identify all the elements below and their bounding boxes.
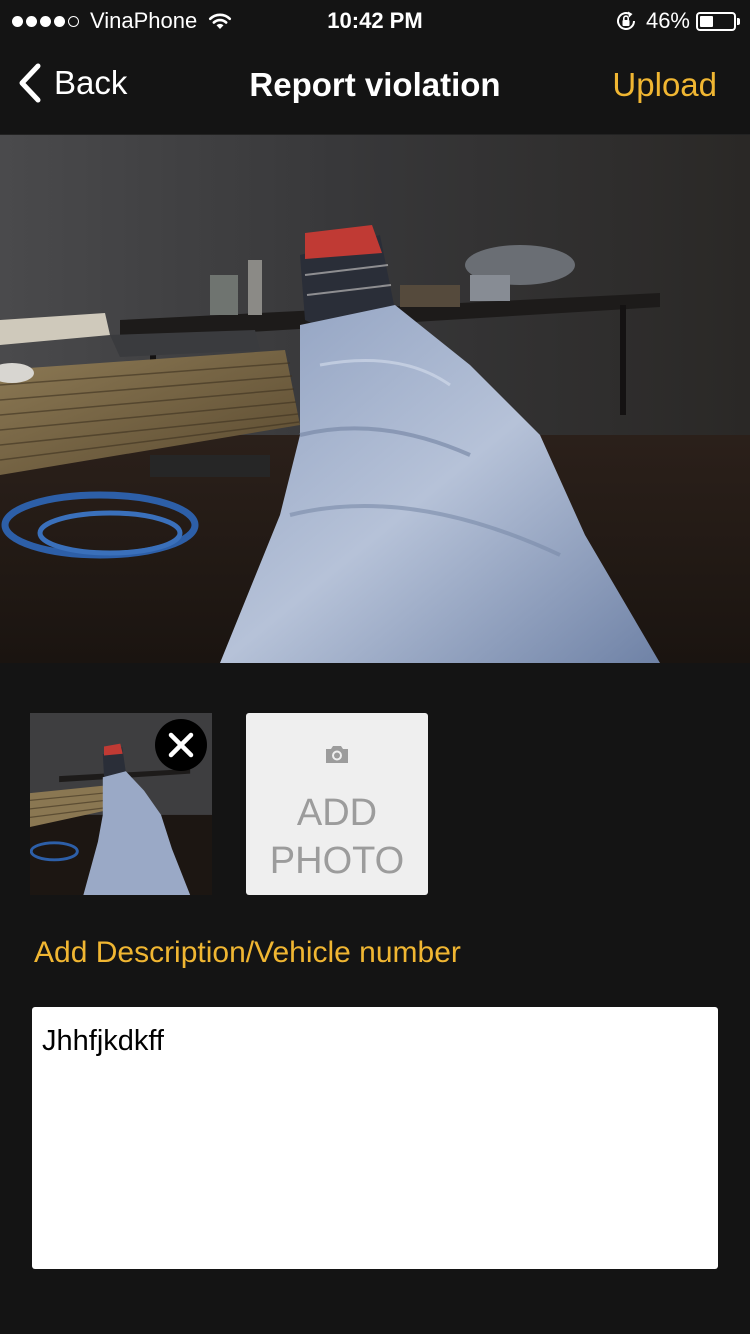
description-input[interactable]: Jhhfjkdkff <box>32 1007 718 1269</box>
add-photo-label: ADD PHOTO <box>269 792 405 882</box>
status-bar: VinaPhone 10:42 PM 46% <box>0 0 750 40</box>
upload-button[interactable]: Upload <box>612 66 717 104</box>
navigation-bar: Back Report violation Upload <box>0 40 750 135</box>
camera-icon <box>326 746 348 763</box>
status-right: 46% <box>614 8 740 34</box>
back-chevron-icon <box>19 63 41 103</box>
remove-photo-button[interactable] <box>155 719 207 771</box>
close-icon <box>168 732 194 758</box>
back-button[interactable]: Back <box>16 62 127 104</box>
add-photo-button[interactable]: ADD PHOTO <box>246 713 428 895</box>
battery-fill <box>700 15 713 27</box>
battery-icon <box>696 11 740 31</box>
photo-preview-image <box>0 135 750 663</box>
back-label: Back <box>54 64 128 101</box>
lock-rotation-icon <box>616 11 635 30</box>
description-label: Add Description/Vehicle number <box>34 936 461 969</box>
report-violation-screen: VinaPhone 10:42 PM 46% Back Report viola… <box>0 0 750 1334</box>
battery-percent: 46% <box>645 8 690 33</box>
photo-preview <box>0 135 750 663</box>
